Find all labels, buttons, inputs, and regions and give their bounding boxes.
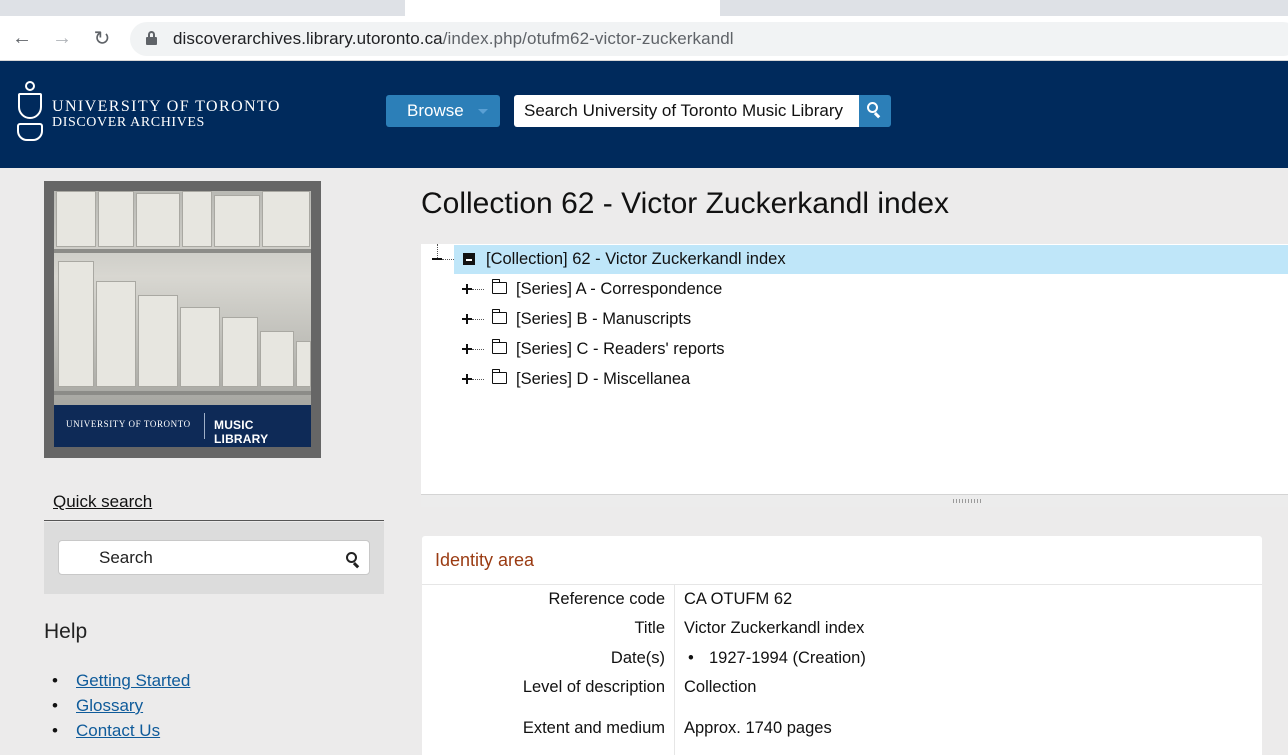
collapse-icon[interactable] [432,258,442,260]
reload-icon[interactable]: ↻ [88,24,116,52]
repository-logo[interactable]: UNIVERSITY OF TORONTO MUSIC LIBRARY [44,181,321,458]
field-label: Extent and medium [522,719,665,737]
browser-active-tab[interactable] [405,0,720,16]
folder-icon [491,309,507,324]
help-links: Getting Started Glossary Contact Us [52,671,190,746]
brand-line-2: DISCOVER ARCHIVES [52,115,205,130]
folder-icon [491,279,507,294]
contact-us-link[interactable]: Contact Us [76,721,160,740]
logo-band: UNIVERSITY OF TORONTO MUSIC LIBRARY [54,405,311,447]
header-search-input[interactable]: Search University of Toronto Music Libra… [514,95,859,127]
tree-connector [442,259,454,260]
tree-resize-handle[interactable] [421,494,1288,507]
page-title: Collection 62 - Victor Zuckerkandl index [421,187,950,220]
grip-icon [953,499,983,503]
university-crest-icon[interactable] [17,81,43,143]
field-value: Collection [684,678,757,696]
quick-search-box: Search [44,522,384,594]
address-bar[interactable]: discoverarchives.library.utoronto.ca/ind… [130,22,1288,56]
field-label: Reference code [548,590,666,608]
tree-node-series-c[interactable]: [Series] C - Readers' reports [421,334,1288,364]
browse-label: Browse [407,101,464,120]
glossary-link[interactable]: Glossary [76,696,143,715]
identity-area-header[interactable]: Identity area [422,536,1262,585]
header-search-button[interactable] [859,95,891,127]
tree-node-label[interactable]: [Collection] 62 - Victor Zuckerkandl ind… [486,250,786,269]
archive-box-icon [463,253,475,265]
tree-node-label[interactable]: [Series] D - Miscellanea [516,370,690,389]
field-value: Approx. 1740 pages [684,719,832,737]
browse-button[interactable]: Browse [386,95,500,127]
brand-line-1: UNIVERSITY OF TORONTO [52,98,281,115]
tree-node-label[interactable]: [Series] C - Readers' reports [516,340,725,359]
tree-node-collection[interactable]: [Collection] 62 - Victor Zuckerkandl ind… [421,244,1288,274]
help-item-getting-started: Getting Started [52,671,190,696]
field-label: Title [634,619,665,637]
help-heading: Help [44,620,88,643]
tree-connector [472,349,484,350]
url-path: /index.php/otufm62-victor-zuckerkandl [442,29,734,48]
date-value: 1927-1994 (Creation) [709,649,866,667]
tree-node-label[interactable]: [Series] B - Manuscripts [516,310,691,329]
field-value-list: • 1927-1994 (Creation) [684,649,866,668]
browser-tab-strip [0,0,1288,16]
identity-area-section: Identity area Reference code CA OTUFM 62… [422,536,1262,755]
logo-band-library: MUSIC LIBRARY [214,418,269,446]
url-host: discoverarchives.library.utoronto.ca [173,29,443,48]
tree-node-label[interactable]: [Series] A - Correspondence [516,280,722,299]
forward-arrow-icon[interactable]: → [48,24,76,52]
tree-node-series-b[interactable]: [Series] B - Manuscripts [421,304,1288,334]
archive-shelves-photo [54,191,311,405]
url-text[interactable]: discoverarchives.library.utoronto.ca/ind… [173,29,734,49]
help-item-glossary: Glossary [52,696,190,721]
logo-band-institution: UNIVERSITY OF TORONTO [66,419,191,429]
tree-node-series-a[interactable]: [Series] A - Correspondence [421,274,1288,304]
site-logo[interactable]: UNIVERSITY OF TORONTO DISCOVER ARCHIVES [52,99,281,130]
getting-started-link[interactable]: Getting Started [76,671,190,690]
identity-area-title: Identity area [435,550,535,570]
quick-search-input[interactable]: Search [58,540,370,575]
browser-toolbar: ← → ↻ discoverarchives.library.utoronto.… [0,16,1288,61]
quick-search-label: Quick search [53,492,153,511]
lock-icon[interactable] [146,31,157,45]
help-item-contact-us: Contact Us [52,721,190,746]
tree-node-series-d[interactable]: [Series] D - Miscellanea [421,364,1288,394]
field-column-divider [674,585,675,755]
quick-search-tab[interactable]: Quick search [44,485,384,521]
field-label: Date(s) [610,649,665,667]
field-value: Victor Zuckerkandl index [684,619,865,637]
folder-icon [491,369,507,384]
tree-connector [472,379,484,380]
folder-icon [491,339,507,354]
treeview: [Collection] 62 - Victor Zuckerkandl ind… [421,244,1288,507]
bullet-icon: • [688,649,694,667]
chevron-down-icon [478,109,488,114]
field-value: CA OTUFM 62 [684,590,793,608]
back-arrow-icon[interactable]: ← [8,24,36,52]
logo-band-divider [204,413,205,439]
tree-connector [472,319,484,320]
field-label: Level of description [522,678,665,696]
tree-connector [472,289,484,290]
